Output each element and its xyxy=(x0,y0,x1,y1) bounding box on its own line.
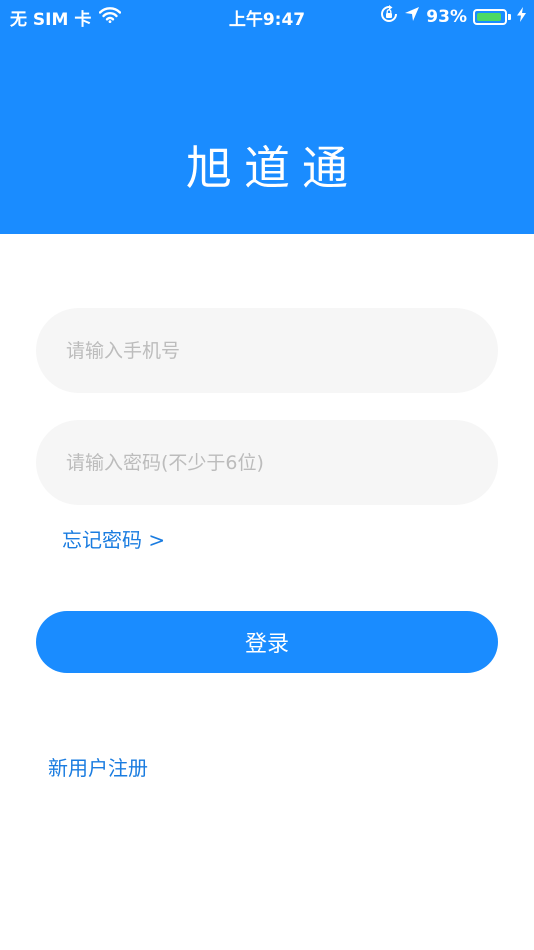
charging-bolt-icon xyxy=(517,6,526,27)
status-right: 93% xyxy=(380,5,526,28)
status-bar: 无 SIM 卡 上午9:47 93% xyxy=(0,0,534,30)
battery-percent: 93% xyxy=(426,6,467,27)
battery-level-fill xyxy=(477,12,502,21)
login-button[interactable]: 登录 xyxy=(36,611,498,673)
password-field[interactable] xyxy=(36,420,498,505)
battery-icon xyxy=(473,8,507,25)
phone-field[interactable] xyxy=(36,308,498,393)
rotation-lock-icon xyxy=(380,5,398,28)
phone-input[interactable] xyxy=(64,338,470,363)
battery-cap xyxy=(508,13,511,20)
password-input[interactable] xyxy=(64,450,470,475)
register-link[interactable]: 新用户注册 xyxy=(48,752,148,781)
app-title: 旭道通 xyxy=(186,141,360,195)
location-arrow-icon xyxy=(404,6,420,27)
header-banner: 无 SIM 卡 上午9:47 93% 旭道通 xyxy=(0,0,534,234)
forgot-password-link[interactable]: 忘记密码 > xyxy=(62,524,165,553)
